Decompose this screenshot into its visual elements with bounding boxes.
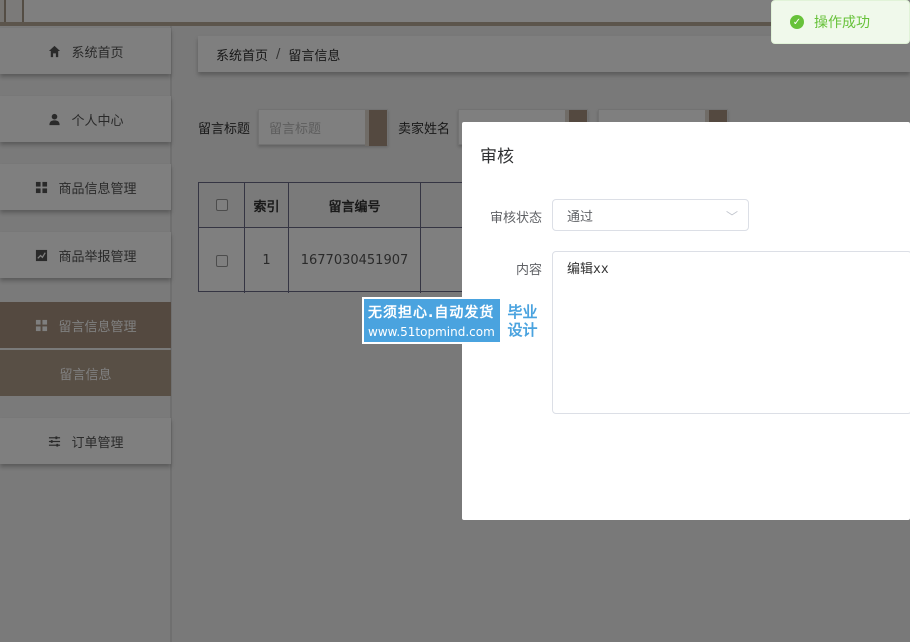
watermark-badge-line2: 设计 (507, 320, 538, 339)
success-toast: ✓ 操作成功 (771, 0, 910, 44)
watermark-text: 无须担心.自动发货 www.51topmind.com (364, 299, 500, 342)
watermark-badge-line1: 毕业 (507, 302, 538, 321)
dialog-title: 审核 (480, 147, 514, 167)
toast-text: 操作成功 (814, 15, 870, 31)
watermark-url: www.51topmind.com (368, 325, 495, 339)
watermark-badge: 毕业 设计 (500, 299, 545, 342)
content-label: 内容 (515, 263, 542, 278)
status-value: 通过 (567, 209, 594, 225)
content-textarea[interactable]: 编辑xx (552, 251, 910, 414)
status-label: 审核状态 (489, 211, 542, 226)
check-circle-icon: ✓ (790, 15, 804, 29)
chevron-down-icon: ﹀ (725, 210, 738, 224)
watermark-line1: 无须担心.自动发货 (368, 305, 495, 321)
watermark-banner[interactable]: 无须担心.自动发货 www.51topmind.com 毕业 设计 (362, 297, 547, 344)
status-select[interactable]: 通过 ﹀ (552, 199, 749, 231)
